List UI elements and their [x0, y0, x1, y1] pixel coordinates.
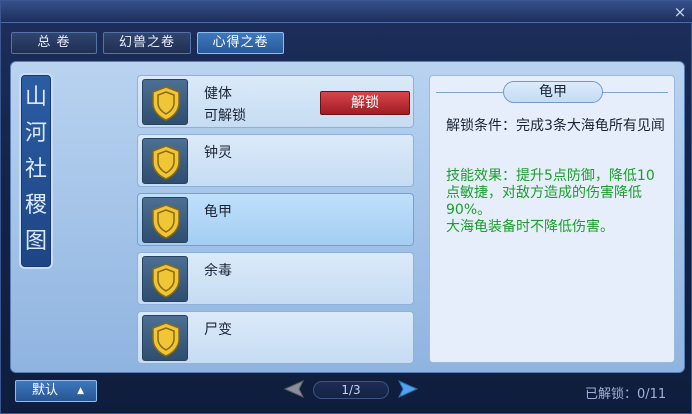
shield-icon — [152, 322, 180, 357]
skill-name: 尸变 — [204, 322, 232, 338]
skill-icon-frame — [142, 256, 188, 302]
default-label: 默认 — [32, 383, 59, 398]
skill-icon-frame — [142, 79, 188, 125]
skill-name: 钟灵 — [204, 145, 232, 161]
banner-char: 社 — [24, 157, 47, 182]
skill-icon-frame — [142, 138, 188, 184]
detail-panel: 龟甲 解锁条件：完成3条大海龟所有见闻 技能效果：提升5点防御，降低10点敏捷，… — [429, 75, 675, 363]
prev-page-arrow-icon[interactable] — [283, 379, 307, 399]
skill-item-shibian[interactable]: 尸变 — [137, 311, 414, 364]
banner-char: 图 — [24, 229, 47, 254]
skill-item-yudu[interactable]: 余毒 — [137, 252, 414, 305]
skill-name: 健体 — [204, 86, 232, 102]
scroll-banner: 山 河 社 稷 图 — [19, 73, 53, 269]
next-page-arrow-icon[interactable] — [395, 379, 419, 399]
banner-char: 河 — [24, 121, 47, 146]
unlock-condition: 解锁条件：完成3条大海龟所有见闻 — [446, 118, 665, 134]
shield-icon — [152, 263, 180, 298]
skill-status: 可解锁 — [204, 108, 246, 124]
skill-item-guijia[interactable]: 龟甲 — [137, 193, 414, 246]
skill-name: 余毒 — [204, 263, 232, 279]
tab-insight[interactable]: 心得之卷 — [197, 32, 284, 54]
page-indicator: 1/3 — [313, 381, 389, 399]
skill-effect: 技能效果：提升5点防御，降低10点敏捷，对敌方造成的伤害降低90%。 大海龟装备… — [446, 168, 655, 235]
shield-icon — [152, 204, 180, 239]
banner-char: 山 — [24, 85, 47, 110]
default-sort-dropdown[interactable]: 默认 ▲ — [15, 380, 97, 402]
unlock-button[interactable]: 解锁 — [320, 91, 410, 115]
tab-general[interactable]: 总 卷 — [11, 32, 97, 54]
banner-char: 稷 — [24, 193, 47, 218]
skill-item-jianti[interactable]: 健体 可解锁 解锁 — [137, 75, 414, 128]
skill-name: 龟甲 — [204, 204, 232, 220]
triangle-up-icon: ▲ — [77, 386, 84, 396]
shield-icon — [152, 145, 180, 180]
title-bar: × — [1, 1, 692, 23]
shield-icon — [152, 86, 180, 121]
skill-icon-frame — [142, 197, 188, 243]
close-icon[interactable]: × — [671, 3, 689, 21]
unlocked-count: 已解锁：0/11 — [585, 387, 667, 402]
skill-item-zhongling[interactable]: 钟灵 — [137, 134, 414, 187]
skill-icon-frame — [142, 315, 188, 361]
detail-title: 龟甲 — [503, 81, 603, 103]
dialog-window: × 总 卷 幻兽之卷 心得之卷 山 河 社 稷 图 健体 可解锁 解锁 钟灵 龟… — [0, 0, 692, 414]
tab-beast[interactable]: 幻兽之卷 — [103, 32, 191, 54]
